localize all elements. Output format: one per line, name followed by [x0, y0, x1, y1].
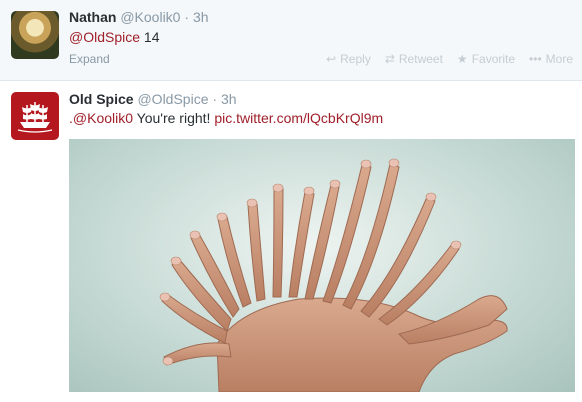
- retweet-icon: ⇄: [384, 52, 395, 66]
- pic-link[interactable]: pic.twitter.com/lQcbKrQl9m: [214, 110, 383, 126]
- more-label: More: [545, 52, 573, 66]
- reply-button[interactable]: ↩ Reply: [326, 52, 371, 66]
- separator: ·: [212, 91, 218, 107]
- tweet-oldspice[interactable]: Old Spice @OldSpice · 3h .@Koolik0 You'r…: [0, 81, 582, 402]
- retweet-label: Retweet: [398, 52, 443, 66]
- tweet-photo[interactable]: [69, 139, 575, 392]
- tweet-body: You're right!: [133, 110, 215, 126]
- tweet-actions: ↩ Reply ⇄ Retweet ★ Favorite ••• More: [326, 52, 573, 66]
- user-name[interactable]: Old Spice: [69, 91, 134, 107]
- more-button[interactable]: ••• More: [529, 52, 573, 66]
- mention-link[interactable]: .@Koolik0: [69, 110, 133, 126]
- tweet-header: Old Spice @OldSpice · 3h: [69, 91, 237, 107]
- retweet-button[interactable]: ⇄ Retweet: [385, 52, 443, 66]
- user-name[interactable]: Nathan: [69, 9, 116, 25]
- reply-label: Reply: [340, 52, 371, 66]
- tweet-text: @OldSpice 14: [69, 29, 160, 45]
- user-handle[interactable]: @OldSpice: [137, 91, 208, 107]
- mention-link[interactable]: @OldSpice: [69, 29, 140, 45]
- favorite-button[interactable]: ★ Favorite: [457, 52, 515, 66]
- tweet-text: .@Koolik0 You're right! pic.twitter.com/…: [69, 110, 383, 126]
- reply-icon: ↩: [326, 52, 337, 66]
- tweet-body: 14: [140, 29, 160, 45]
- star-icon: ★: [456, 52, 468, 66]
- separator: ·: [184, 9, 190, 25]
- ship-logo-icon: [17, 102, 53, 133]
- tweet-nathan[interactable]: Nathan @Koolik0 · 3h @OldSpice 14 Expand…: [0, 0, 582, 81]
- user-handle[interactable]: @Koolik0: [120, 9, 180, 25]
- many-fingered-hand-image: [159, 158, 508, 392]
- timestamp[interactable]: 3h: [221, 91, 237, 107]
- tweet-header: Nathan @Koolik0 · 3h: [69, 9, 209, 25]
- more-icon: •••: [529, 52, 542, 66]
- timestamp[interactable]: 3h: [193, 9, 209, 25]
- favorite-label: Favorite: [471, 52, 516, 66]
- avatar[interactable]: [11, 11, 59, 59]
- expand-link[interactable]: Expand: [69, 52, 110, 66]
- avatar[interactable]: [11, 92, 59, 140]
